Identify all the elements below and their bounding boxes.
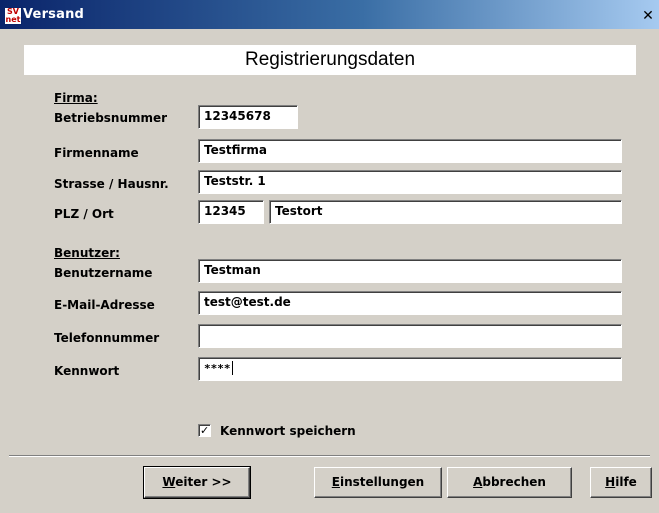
abbrechen-accel: A bbox=[473, 475, 483, 489]
kennwort-masked-value: **** bbox=[204, 362, 231, 375]
kennwort-field[interactable]: **** bbox=[198, 357, 622, 381]
check-icon: ✓ bbox=[200, 424, 210, 437]
hilfe-label: ilfe bbox=[615, 475, 637, 489]
hilfe-accel: H bbox=[605, 475, 616, 489]
betriebsnummer-label: Betriebsnummer bbox=[54, 111, 168, 125]
save-password-checkbox[interactable]: ✓ bbox=[198, 424, 211, 437]
abbrechen-label: bbrechen bbox=[482, 475, 546, 489]
telefon-field[interactable] bbox=[198, 324, 622, 348]
weiter-label: eiter >> bbox=[175, 475, 232, 489]
ort-field[interactable]: Testort bbox=[269, 200, 622, 224]
firmenname-label: Firmenname bbox=[54, 146, 139, 160]
weiter-button[interactable]: Weiter >> bbox=[143, 466, 251, 499]
benutzername-field[interactable]: Testman bbox=[198, 259, 622, 283]
close-icon[interactable]: ✕ bbox=[640, 9, 656, 24]
header-panel: Registrierungsdaten bbox=[24, 45, 636, 75]
title-bar[interactable]: SV net Versand ✕ bbox=[0, 0, 659, 29]
weiter-accel: W bbox=[162, 475, 176, 489]
betriebsnummer-field[interactable]: 12345678 bbox=[198, 105, 298, 129]
button-separator bbox=[9, 455, 650, 457]
einstellungen-accel: E bbox=[331, 475, 340, 489]
einstellungen-button[interactable]: Einstellungen bbox=[314, 467, 442, 498]
email-field[interactable]: test@test.de bbox=[198, 291, 622, 315]
strasse-label: Strasse / Hausnr. bbox=[54, 177, 169, 191]
section-firma: Firma: bbox=[54, 91, 98, 105]
email-label: E-Mail-Adresse bbox=[54, 298, 155, 312]
page-title: Registrierungsdaten bbox=[244, 49, 416, 70]
svnet-app-icon: SV net bbox=[4, 7, 22, 25]
einstellungen-label: instellungen bbox=[339, 475, 425, 489]
benutzername-label: Benutzername bbox=[54, 266, 153, 280]
strasse-field[interactable]: Teststr. 1 bbox=[198, 170, 622, 194]
telefon-label: Telefonnummer bbox=[54, 331, 160, 345]
section-benutzer: Benutzer: bbox=[54, 246, 120, 260]
text-caret bbox=[231, 361, 233, 375]
versand-dialog: SV net Versand ✕ Registrierungsdaten Firm… bbox=[0, 0, 659, 513]
plz-ort-label: PLZ / Ort bbox=[54, 207, 114, 221]
firmenname-field[interactable]: Testfirma bbox=[198, 139, 622, 163]
abbrechen-button[interactable]: Abbrechen bbox=[447, 467, 572, 498]
window-title: Versand bbox=[23, 7, 85, 22]
hilfe-button[interactable]: Hilfe bbox=[590, 467, 652, 498]
kennwort-label: Kennwort bbox=[54, 364, 120, 378]
save-password-label[interactable]: Kennwort speichern bbox=[220, 424, 356, 438]
plz-field[interactable]: 12345 bbox=[198, 200, 264, 224]
